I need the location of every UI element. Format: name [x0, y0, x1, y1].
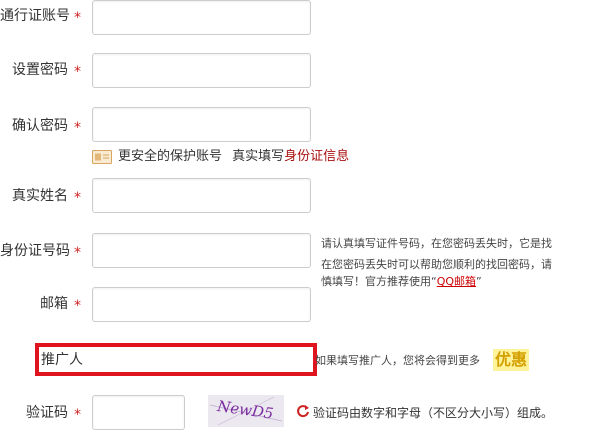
referrer-input[interactable] [93, 349, 309, 369]
captcha-image[interactable]: NewD5 [208, 395, 284, 427]
password-input[interactable] [92, 53, 311, 88]
referrer-label: 推广人 [41, 352, 83, 368]
idcard-hint-line1: 请认真填写证件号码，在您密码丢失时，它是找 [321, 237, 552, 250]
referrer-hint: 如果填写推广人，您将会得到更多 [315, 354, 480, 367]
confirm-password-label: 确认密码 [12, 118, 68, 134]
realname-input[interactable] [92, 178, 311, 213]
email-label: 邮箱 [40, 296, 68, 312]
idcard-label: 身份证号码 [0, 243, 70, 259]
id-info-emphasis: 身份证信息 [284, 149, 350, 164]
referrer-highlight-box: 推广人 [35, 343, 317, 376]
refresh-icon[interactable] [296, 404, 310, 418]
required-mark: * [74, 120, 81, 136]
required-mark: * [74, 245, 81, 261]
qq-mail-link[interactable]: QQ邮箱 [437, 275, 476, 288]
discount-badge: 优惠 [493, 349, 530, 371]
confirm-password-input[interactable] [92, 107, 311, 142]
required-mark: * [74, 298, 81, 314]
idcard-input[interactable] [92, 233, 311, 268]
required-mark: * [74, 190, 81, 206]
account-label: 通行证账号 [0, 8, 70, 24]
idcard-hint-line3: 慎填写！官方推荐使用“QQ邮箱” [321, 275, 482, 288]
safer-account-lead: 更安全的保护账号 [118, 149, 223, 164]
idcard-hint-line2: 在您密码丢失时可以帮助您顺利的找回密码，请 [321, 258, 552, 271]
account-input[interactable] [92, 0, 311, 35]
captcha-hint: 验证码由数字和字母（不区分大小写）组成。 [313, 406, 554, 420]
realname-label: 真实姓名 [12, 188, 68, 204]
safer-account-prefix: 真实填写 [232, 149, 285, 164]
captcha-label: 验证码 [26, 405, 68, 421]
safer-account-text: 更安全的保护账号 真实填写身份证信息 [118, 148, 349, 166]
id-card-icon [92, 150, 112, 164]
email-input[interactable] [92, 287, 311, 322]
required-mark: * [74, 407, 81, 423]
required-mark: * [74, 10, 81, 26]
password-label: 设置密码 [12, 62, 68, 78]
required-mark: * [74, 64, 81, 80]
